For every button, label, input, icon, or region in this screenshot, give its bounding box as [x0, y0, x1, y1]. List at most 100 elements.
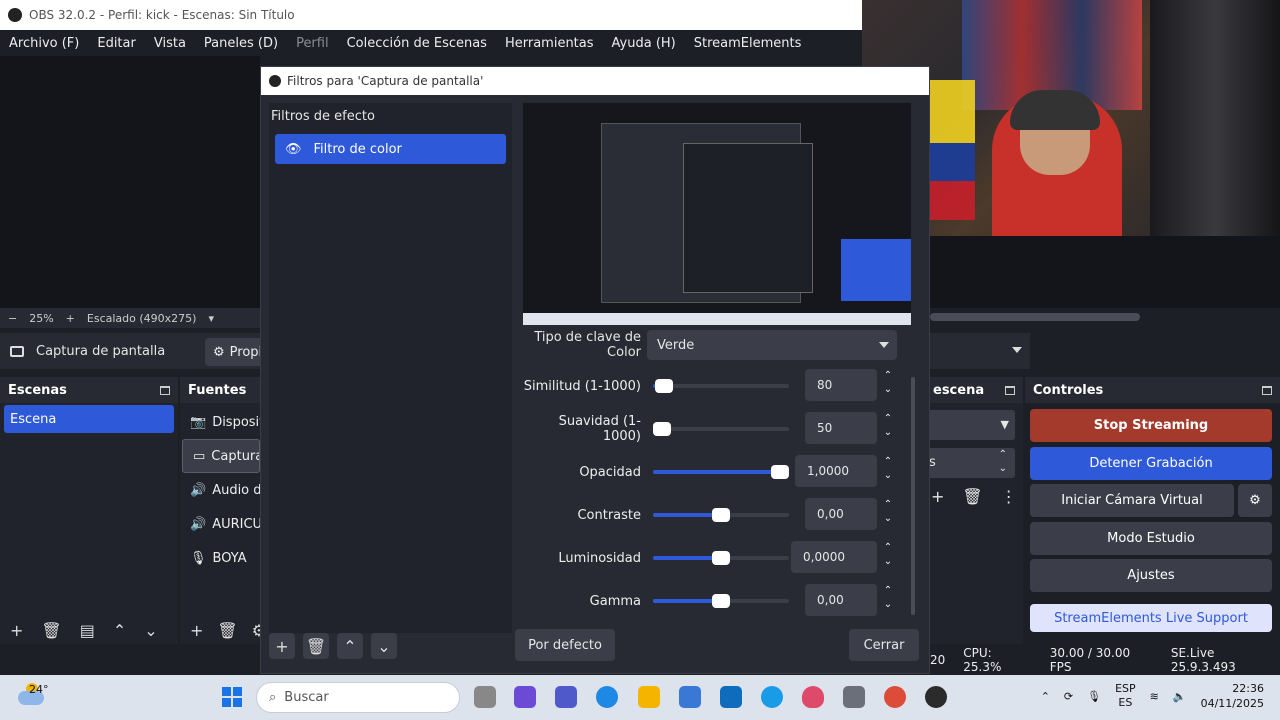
edge-icon[interactable]: [596, 686, 618, 708]
source-item[interactable]: 🎙 BOYA: [180, 541, 262, 575]
spin-arrows-icon[interactable]: ⌃ ⌄: [881, 498, 895, 526]
teams-icon[interactable]: [555, 686, 577, 708]
brightness-spinbox[interactable]: 0,0000: [791, 541, 877, 573]
outlook-icon[interactable]: [720, 686, 742, 708]
zoom-out-button[interactable]: −: [8, 312, 17, 325]
menu-archivo[interactable]: Archivo (F): [0, 36, 88, 51]
smoothness-slider[interactable]: [653, 422, 789, 436]
transition-dropdown[interactable]: [930, 333, 1030, 369]
add-transition-button[interactable]: +: [931, 487, 944, 506]
close-button[interactable]: Cerrar: [849, 629, 919, 661]
gamma-slider[interactable]: [653, 594, 789, 608]
settings-button[interactable]: Ajustes: [1030, 559, 1272, 592]
similarity-slider[interactable]: [653, 379, 789, 393]
store-icon[interactable]: [679, 686, 701, 708]
undock-icon[interactable]: [1005, 385, 1015, 395]
scale-dropdown-icon[interactable]: ▾: [208, 312, 214, 325]
brightness-slider[interactable]: [653, 551, 789, 565]
volume-icon[interactable]: 🔈: [1173, 690, 1187, 703]
horizontal-scrollbar[interactable]: [930, 313, 1140, 321]
chevron-up-icon[interactable]: ⌃: [1041, 690, 1050, 703]
menu-vista[interactable]: Vista: [145, 36, 195, 51]
language-indicator[interactable]: ESP ES: [1115, 682, 1136, 710]
undock-icon[interactable]: [1262, 385, 1272, 395]
filter-item[interactable]: 👁 Filtro de color: [275, 134, 506, 164]
contrast-slider[interactable]: [653, 508, 789, 522]
spin-arrows-icon[interactable]: ⌃ ⌄: [881, 455, 895, 483]
gamma-spinbox[interactable]: 0,00: [805, 584, 877, 616]
task-view-icon[interactable]: [474, 686, 496, 708]
source-item[interactable]: ▭ Captura: [182, 439, 260, 473]
opacity-slider[interactable]: [653, 465, 789, 479]
safari-icon[interactable]: [761, 686, 783, 708]
virtual-camera-settings-button[interactable]: ⚙: [1238, 484, 1272, 517]
stop-streaming-button[interactable]: Stop Streaming: [1030, 409, 1272, 442]
stop-recording-button[interactable]: Detener Grabación: [1030, 447, 1272, 480]
streamelements-support-button[interactable]: StreamElements Live Support: [1030, 604, 1272, 632]
opacity-spinbox[interactable]: 1,0000: [795, 455, 877, 487]
spin-arrows-icon[interactable]: ⌃ ⌄: [881, 369, 895, 397]
microphone-icon[interactable]: 🎙: [1087, 690, 1101, 703]
undock-icon[interactable]: [160, 385, 170, 395]
windows-start-icon[interactable]: [222, 687, 242, 707]
spin-arrows-icon[interactable]: ⌃ ⌄: [881, 541, 895, 569]
settings-app-icon[interactable]: [843, 686, 865, 708]
transition-type-select[interactable]: ▼: [925, 410, 1015, 440]
move-up-icon[interactable]: ⌃: [113, 621, 126, 640]
eye-icon[interactable]: 👁: [285, 142, 302, 157]
spin-arrows-icon[interactable]: ⌃ ⌄: [881, 412, 895, 440]
menu-herramientas[interactable]: Herramientas: [496, 36, 603, 51]
slider-knob[interactable]: [771, 465, 789, 479]
defaults-button[interactable]: Por defecto: [515, 629, 615, 661]
menu-perfil[interactable]: Perfil: [287, 36, 338, 51]
clock[interactable]: 22:36 04/11/2025: [1201, 681, 1264, 711]
taskbar-search[interactable]: ⌕ Buscar: [256, 682, 460, 713]
start-virtual-camera-button[interactable]: Iniciar Cámara Virtual: [1030, 484, 1234, 517]
color-key-select[interactable]: Verde: [647, 330, 897, 360]
wifi-icon[interactable]: ≋: [1150, 690, 1159, 703]
menu-editar[interactable]: Editar: [88, 36, 145, 51]
properties-scrollbar[interactable]: [911, 377, 915, 615]
move-up-icon[interactable]: ⌃: [337, 633, 363, 659]
obs-taskbar-icon[interactable]: [925, 686, 947, 708]
properties-button[interactable]: ⚙ Propi: [205, 338, 265, 366]
trash-icon[interactable]: 🗑: [303, 633, 329, 659]
slider-knob[interactable]: [712, 508, 730, 522]
filter-icon[interactable]: ▤: [80, 621, 95, 640]
more-options-icon[interactable]: ⋮: [1001, 487, 1017, 506]
trash-icon[interactable]: 🗑: [962, 487, 982, 506]
smoothness-spinbox[interactable]: 50: [805, 412, 877, 444]
slider-knob[interactable]: [712, 551, 730, 565]
move-down-icon[interactable]: ⌄: [371, 633, 397, 659]
similarity-spinbox[interactable]: 80: [805, 369, 877, 401]
chrome-icon[interactable]: [884, 686, 906, 708]
app-drop-icon[interactable]: [802, 686, 824, 708]
transition-duration-field[interactable]: s ⌃ ⌄: [925, 448, 1015, 478]
scene-item[interactable]: Escena: [4, 405, 174, 433]
main-preview[interactable]: [0, 56, 260, 308]
source-item[interactable]: 🔊 Audio de: [180, 473, 262, 507]
spin-arrows-icon[interactable]: ⌃ ⌄: [881, 584, 895, 612]
slider-knob[interactable]: [653, 422, 671, 436]
studio-mode-button[interactable]: Modo Estudio: [1030, 522, 1272, 555]
contrast-spinbox[interactable]: 0,00: [805, 498, 877, 530]
slider-knob[interactable]: [712, 594, 730, 608]
trash-icon[interactable]: 🗑: [217, 621, 237, 640]
menu-paneles[interactable]: Paneles (D): [195, 36, 287, 51]
menu-coleccion-escenas[interactable]: Colección de Escenas: [338, 36, 496, 51]
spin-arrows-icon[interactable]: ⌃ ⌄: [999, 448, 1007, 476]
add-filter-button[interactable]: +: [269, 633, 295, 659]
add-source-button[interactable]: +: [190, 621, 203, 640]
menu-ayuda[interactable]: Ayuda (H): [603, 36, 685, 51]
source-item[interactable]: 🔊 AURICUL: [180, 507, 262, 541]
file-explorer-icon[interactable]: [638, 686, 660, 708]
source-item[interactable]: 📷 Dispositi: [180, 405, 262, 439]
menu-streamelements[interactable]: StreamElements: [685, 36, 811, 51]
slider-knob[interactable]: [654, 379, 673, 393]
sync-icon[interactable]: ⟳: [1064, 690, 1073, 703]
add-scene-button[interactable]: +: [10, 621, 23, 640]
trash-icon[interactable]: 🗑: [41, 621, 61, 640]
copilot-icon[interactable]: [514, 686, 536, 708]
zoom-in-button[interactable]: +: [66, 312, 75, 325]
move-down-icon[interactable]: ⌄: [144, 621, 157, 640]
